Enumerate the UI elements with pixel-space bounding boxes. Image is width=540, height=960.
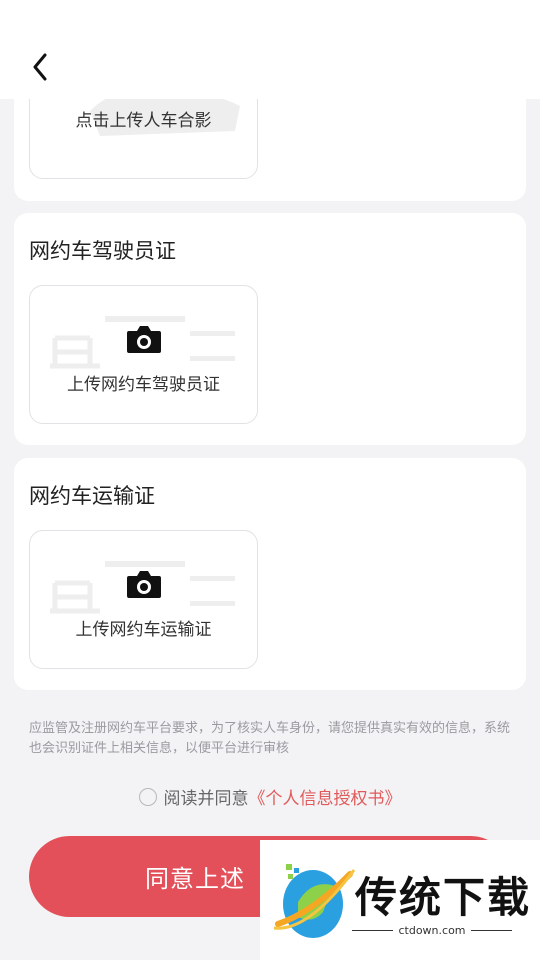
submit-label: 同意上述 (145, 865, 245, 893)
driver-license-title: 网约车驾驶员证 (29, 239, 176, 263)
transport-license-card: 网约车运输证 上传网约车运输证 (14, 458, 526, 690)
id-card-placeholder-icon (50, 561, 235, 614)
agreement-text: 阅读并同意 (163, 789, 249, 809)
back-button[interactable] (26, 52, 54, 82)
privacy-authorization-link[interactable]: 《个人信息授权书》 (249, 784, 402, 809)
watermark-url: ctdown.com (398, 924, 466, 937)
camera-icon (127, 571, 161, 598)
driver-license-card: 网约车驾驶员证 上传网约车驾驶员证 (14, 213, 526, 445)
driver-license-upload-box[interactable]: 上传网约车驾驶员证 (29, 285, 258, 424)
id-card-placeholder-icon (50, 316, 235, 369)
photo-upload-label: 点击上传人车合影 (75, 111, 212, 131)
watermark-url-row: ctdown.com (352, 924, 512, 937)
watermark-brand: 传统下载 (355, 873, 532, 922)
driver-license-upload-label: 上传网约车驾驶员证 (67, 375, 220, 395)
chevron-left-icon (33, 53, 47, 81)
transport-license-title: 网约车运输证 (29, 484, 155, 508)
top-bar (0, 0, 540, 99)
agreement-row: 阅读并同意 《个人信息授权书》 (0, 784, 540, 809)
agreement-radio[interactable] (138, 787, 157, 806)
camera-icon (127, 326, 161, 353)
ctdown-logo-icon (273, 864, 356, 938)
site-watermark: 传统下载 ctdown.com (260, 840, 540, 960)
transport-license-upload-box[interactable]: 上传网约车运输证 (29, 530, 258, 669)
verification-notice: 应监管及注册网约车平台要求，为了核实人车身份，请您提供真实有效的信息，系统也会识… (29, 721, 511, 756)
transport-license-upload-label: 上传网约车运输证 (75, 620, 212, 640)
